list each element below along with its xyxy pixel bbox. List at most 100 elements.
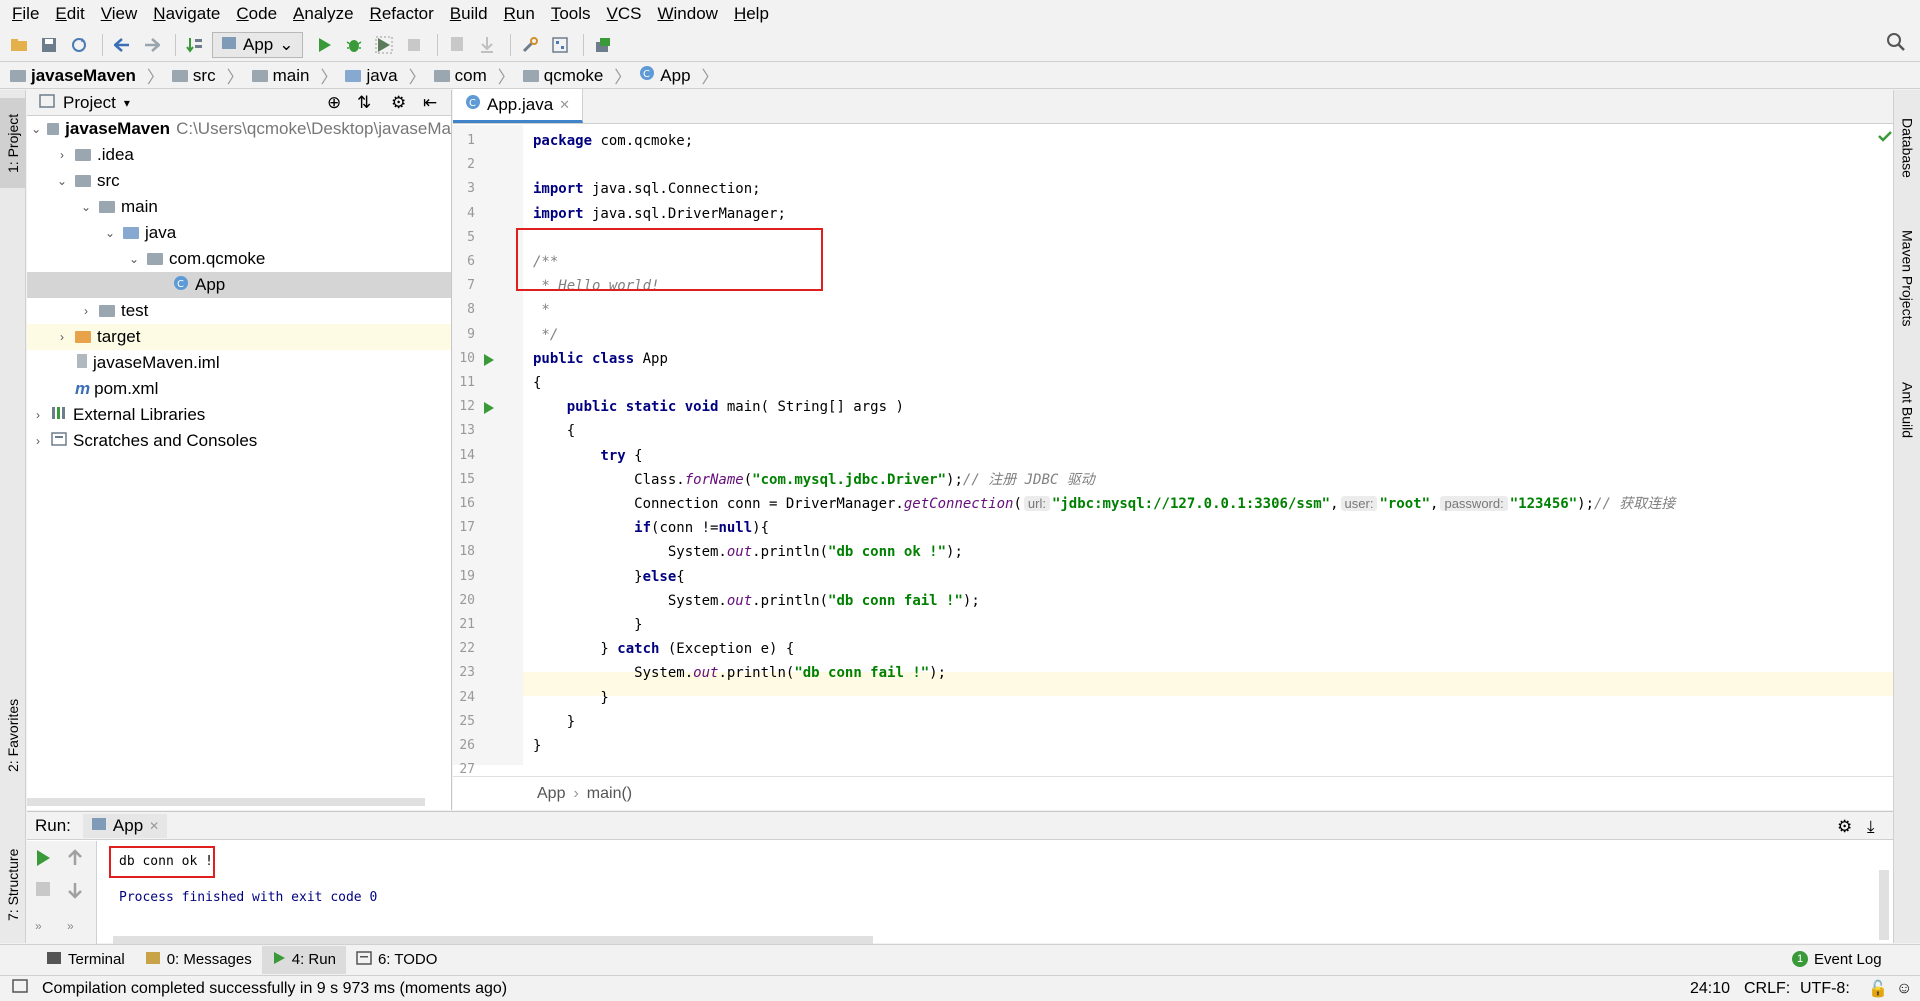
tree-node-java[interactable]: ⌄ java bbox=[27, 220, 451, 246]
menu-code[interactable]: Code bbox=[228, 4, 285, 24]
collapsed-arrow-icon[interactable]: › bbox=[55, 148, 69, 162]
more-icon[interactable]: » bbox=[35, 919, 42, 933]
menu-vcs[interactable]: VCS bbox=[599, 4, 650, 24]
menu-edit[interactable]: Edit bbox=[47, 4, 92, 24]
run-config-dropdown[interactable]: App ⌄ bbox=[212, 31, 303, 58]
hide-panel-icon[interactable]: ⤓ bbox=[1867, 817, 1875, 837]
tree-node-iml[interactable]: javaseMaven.iml bbox=[27, 350, 451, 376]
menu-refactor[interactable]: Refactor bbox=[362, 4, 442, 24]
sdk-manager-icon[interactable] bbox=[590, 32, 616, 58]
chevron-down-icon[interactable]: ▾ bbox=[124, 96, 130, 110]
tab-app-java[interactable]: C App.java ✕ bbox=[453, 89, 584, 123]
vertical-scrollbar[interactable] bbox=[1879, 870, 1889, 940]
crumb-class[interactable]: App bbox=[537, 785, 565, 803]
expanded-arrow-icon[interactable]: ⌄ bbox=[103, 226, 117, 240]
tree-node-project-root[interactable]: ⌄ javaseMaven C:\Users\qcmoke\Desktop\java… bbox=[27, 116, 451, 142]
tree-node-app[interactable]: C App bbox=[27, 272, 451, 298]
collapsed-arrow-icon[interactable]: › bbox=[31, 434, 45, 448]
lock-icon[interactable]: 🔓 bbox=[1868, 979, 1888, 999]
collapsed-arrow-icon[interactable]: › bbox=[31, 408, 45, 422]
vcs-update-icon[interactable] bbox=[444, 32, 470, 58]
settings-wrench-icon[interactable] bbox=[517, 32, 543, 58]
console-output[interactable]: db conn ok ! Process finished with exit … bbox=[109, 846, 377, 910]
tree-node-scratches[interactable]: › Scratches and Consoles bbox=[27, 428, 451, 454]
menu-view[interactable]: View bbox=[93, 4, 146, 24]
expanded-arrow-icon[interactable]: ⌄ bbox=[79, 200, 93, 214]
save-icon[interactable] bbox=[36, 32, 62, 58]
coverage-icon[interactable] bbox=[371, 32, 397, 58]
stop-icon[interactable] bbox=[401, 32, 427, 58]
breadcrumb-src[interactable]: src 〉 bbox=[171, 63, 252, 88]
expanded-arrow-icon[interactable]: ⌄ bbox=[127, 252, 141, 266]
menu-help[interactable]: Help bbox=[726, 4, 777, 24]
expanded-arrow-icon[interactable]: ⌄ bbox=[31, 122, 41, 136]
close-icon[interactable]: ✕ bbox=[149, 819, 159, 833]
more-icon[interactable]: » bbox=[67, 919, 74, 933]
tab-maven-projects[interactable]: Maven Projects bbox=[1894, 218, 1920, 338]
collapsed-arrow-icon[interactable]: › bbox=[55, 330, 69, 344]
tree-node-test[interactable]: › test bbox=[27, 298, 451, 324]
tab-project[interactable]: 1: Project bbox=[0, 98, 26, 188]
menu-file[interactable]: File bbox=[4, 4, 47, 24]
messages-button[interactable]: 0: Messages bbox=[135, 946, 262, 974]
breadcrumb-com[interactable]: com 〉 bbox=[433, 63, 523, 88]
project-panel-title[interactable]: Project bbox=[63, 93, 116, 113]
menu-tools[interactable]: Tools bbox=[543, 4, 599, 24]
rerun-icon[interactable] bbox=[35, 849, 51, 872]
horizontal-scrollbar[interactable] bbox=[27, 798, 425, 806]
collapse-all-icon[interactable]: ⇅ bbox=[357, 93, 371, 113]
tree-node-idea[interactable]: › .idea bbox=[27, 142, 451, 168]
breadcrumb-main[interactable]: main 〉 bbox=[251, 63, 346, 88]
tree-node-package[interactable]: ⌄ com.qcmoke bbox=[27, 246, 451, 272]
menu-window[interactable]: Window bbox=[649, 4, 725, 24]
tree-node-main[interactable]: ⌄ main bbox=[27, 194, 451, 220]
hide-panel-icon[interactable]: ⇤ bbox=[423, 93, 437, 113]
tree-node-target[interactable]: › target bbox=[27, 324, 451, 350]
tab-structure[interactable]: 7: Structure bbox=[0, 835, 26, 935]
todo-button[interactable]: 6: TODO bbox=[346, 946, 447, 974]
code-area[interactable]: package com.qcmoke; import java.sql.Conne… bbox=[523, 125, 1893, 765]
line-separator[interactable]: CRLF: bbox=[1744, 980, 1790, 998]
horizontal-scrollbar[interactable] bbox=[113, 936, 873, 944]
run-gutter-icon[interactable] bbox=[483, 400, 495, 420]
run-gutter-icon[interactable] bbox=[483, 352, 495, 372]
search-icon[interactable] bbox=[1886, 32, 1906, 57]
run-icon[interactable] bbox=[311, 32, 337, 58]
menu-navigate[interactable]: Navigate bbox=[145, 4, 228, 24]
hector-icon[interactable]: ☺ bbox=[1896, 980, 1912, 998]
breadcrumb-qcmoke[interactable]: qcmoke 〉 bbox=[522, 63, 640, 88]
tab-favorites[interactable]: 2: Favorites bbox=[0, 690, 26, 780]
breadcrumb-project[interactable]: javaseMaven 〉 bbox=[10, 63, 172, 88]
gear-icon[interactable]: ⚙ bbox=[1837, 817, 1852, 837]
open-folder-icon[interactable] bbox=[6, 32, 32, 58]
status-panel-icon[interactable] bbox=[12, 979, 28, 998]
collapsed-arrow-icon[interactable]: › bbox=[79, 304, 93, 318]
sync-icon[interactable] bbox=[66, 32, 92, 58]
stop-icon[interactable] bbox=[35, 881, 51, 902]
run-button[interactable]: 4: Run bbox=[261, 945, 346, 974]
tree-node-src[interactable]: ⌄ src bbox=[27, 168, 451, 194]
terminal-button[interactable]: Terminal bbox=[36, 946, 135, 974]
tab-ant-build[interactable]: Ant Build bbox=[1894, 365, 1920, 455]
project-structure-icon[interactable] bbox=[547, 32, 573, 58]
menu-build[interactable]: Build bbox=[442, 4, 496, 24]
build-icon[interactable] bbox=[182, 32, 208, 58]
arrow-down-icon[interactable] bbox=[67, 881, 83, 904]
back-icon[interactable] bbox=[109, 32, 135, 58]
tab-database[interactable]: Database bbox=[1894, 98, 1920, 198]
menu-analyze[interactable]: Analyze bbox=[285, 4, 361, 24]
forward-icon[interactable] bbox=[139, 32, 165, 58]
vcs-commit-icon[interactable] bbox=[474, 32, 500, 58]
crumb-method[interactable]: main() bbox=[587, 785, 632, 803]
breadcrumb-java[interactable]: java 〉 bbox=[345, 63, 433, 88]
tree-node-pom[interactable]: m pom.xml bbox=[27, 376, 451, 402]
tree-node-external-libraries[interactable]: › External Libraries bbox=[27, 402, 451, 428]
expanded-arrow-icon[interactable]: ⌄ bbox=[55, 174, 69, 188]
breadcrumb-app[interactable]: C App 〉 bbox=[639, 63, 726, 88]
close-icon[interactable]: ✕ bbox=[559, 97, 570, 113]
run-tab-app[interactable]: App ✕ bbox=[82, 813, 168, 838]
locate-icon[interactable]: ⊕ bbox=[327, 93, 341, 113]
file-encoding[interactable]: UTF-8: bbox=[1800, 980, 1850, 998]
event-log-button[interactable]: 1 Event Log bbox=[1782, 945, 1892, 973]
arrow-up-icon[interactable] bbox=[67, 849, 83, 872]
